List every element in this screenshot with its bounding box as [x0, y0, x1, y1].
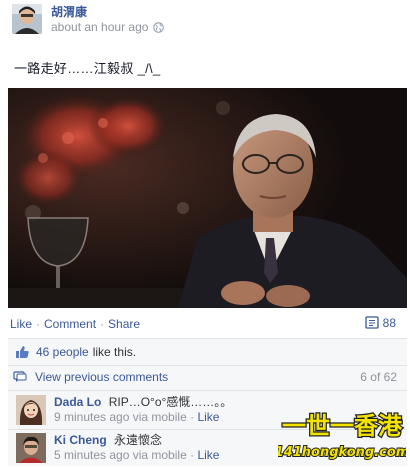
svg-text:141hongkong.com: 141hongkong.com	[278, 445, 406, 460]
comment-text: 永遠懷念	[114, 433, 163, 447]
comment-timestamp[interactable]: 5 minutes ago via mobile	[54, 448, 187, 462]
comments-icon	[13, 371, 27, 382]
post-timestamp[interactable]: about an hour ago	[51, 19, 148, 35]
comment-like-button[interactable]: Like	[197, 410, 219, 424]
likes-suffix: like this.	[92, 345, 137, 359]
separator: ·	[100, 317, 105, 331]
share-button[interactable]: Share	[108, 317, 140, 331]
comment-icon	[364, 316, 379, 329]
post-actions: Like · Comment · Share 88	[10, 312, 400, 336]
comment-like-button[interactable]: Like	[197, 448, 219, 462]
like-button[interactable]: Like	[10, 317, 32, 331]
separator: ·	[36, 317, 41, 331]
view-previous-comments-link[interactable]: View previous comments	[35, 370, 168, 384]
divider	[8, 390, 407, 391]
comment-timestamp[interactable]: 9 minutes ago via mobile	[54, 410, 187, 424]
view-previous-row: View previous comments 6 of 62	[8, 366, 407, 388]
svg-text:一世一香港: 一世一香港	[282, 412, 403, 440]
author-avatar[interactable]	[12, 4, 42, 34]
post-photo[interactable]	[8, 88, 407, 308]
post-author[interactable]: 胡渭康	[51, 5, 164, 19]
comment-count-link[interactable]: 88	[364, 316, 396, 330]
commenter-name[interactable]: Dada Lo	[54, 395, 101, 409]
commenter-avatar[interactable]	[16, 395, 46, 425]
comment-text: RIP…O°o°感慨……。。	[108, 395, 233, 409]
commenter-avatar[interactable]	[16, 433, 46, 463]
post-message: 一路走好……江毅叔 _/\_	[14, 61, 161, 76]
globe-icon	[153, 21, 165, 33]
comment-count: 88	[382, 316, 396, 330]
thumbs-up-icon	[16, 346, 29, 358]
comment-button[interactable]: Comment	[44, 317, 96, 331]
post-header: 胡渭康 about an hour ago	[12, 4, 165, 40]
likes-summary: 46 people like this.	[8, 341, 136, 363]
commenter-name[interactable]: Ki Cheng	[54, 433, 107, 447]
comments-paging: 6 of 62	[360, 370, 397, 384]
likes-count-link[interactable]: 46 people	[36, 345, 89, 359]
site-watermark-logo: 一世一香港 141hongkong.com	[274, 406, 410, 464]
